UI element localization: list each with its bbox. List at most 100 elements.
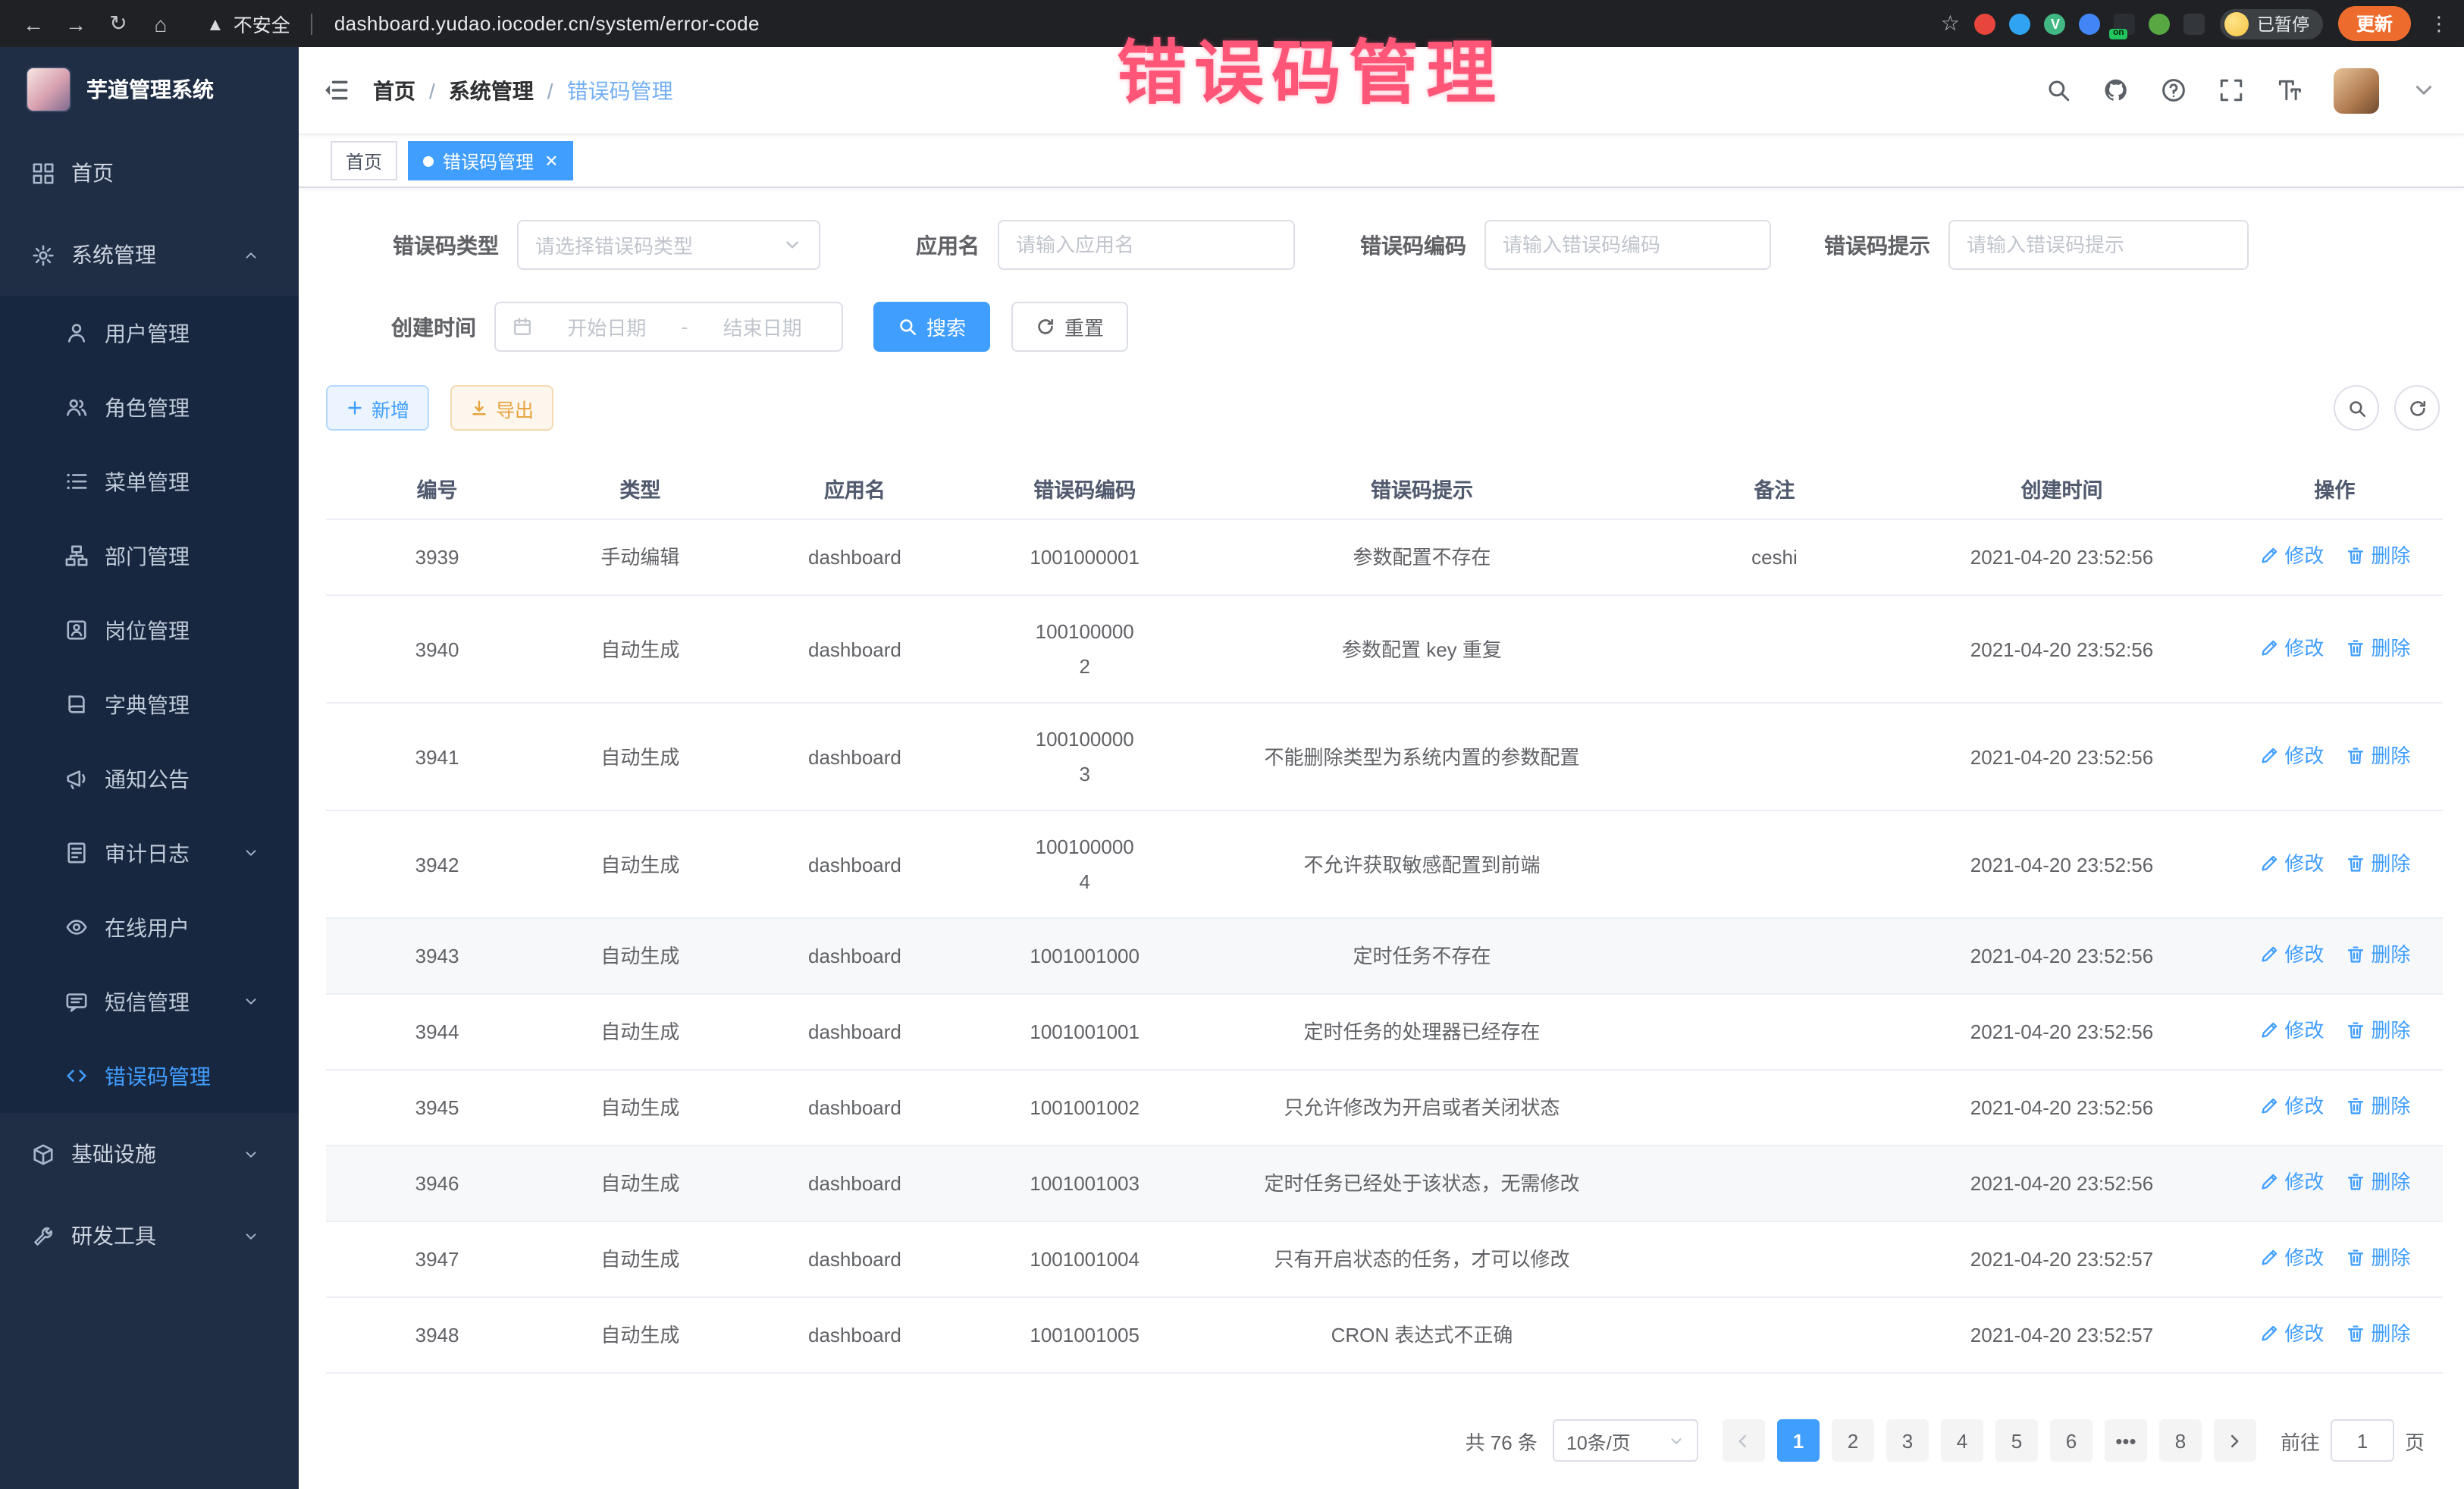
delete-link-label: 删除 <box>2371 1240 2410 1275</box>
sidebar-item-notice[interactable]: 通知公告 <box>0 741 299 816</box>
delete-link[interactable]: 删除 <box>2345 845 2410 880</box>
cell-hint: 不能删除类型为系统内置的参数配置 <box>1192 703 1652 810</box>
github-button[interactable] <box>2103 77 2129 103</box>
close-icon[interactable]: ✕ <box>544 151 558 171</box>
delete-link[interactable]: 删除 <box>2345 1316 2410 1351</box>
extension-green[interactable] <box>2149 13 2171 34</box>
edit-link[interactable]: 修改 <box>2259 1165 2324 1199</box>
edit-link[interactable]: 修改 <box>2259 1316 2324 1351</box>
sidebar-item-dict[interactable]: 字典管理 <box>0 667 299 741</box>
app-logo-row[interactable]: 芋道管理系统 <box>0 47 299 132</box>
font-size-button[interactable] <box>2276 77 2302 103</box>
sidebar-item-dev-tools[interactable]: 研发工具 <box>0 1195 299 1277</box>
extension-teal[interactable] <box>2010 13 2031 34</box>
home-icon[interactable]: ⌂ <box>143 11 179 36</box>
pagination-page-2[interactable]: 2 <box>1832 1419 1874 1462</box>
sidebar-item-online-user[interactable]: 在线用户 <box>0 890 299 964</box>
security-indicator[interactable]: ▲ 不安全 <box>206 9 290 38</box>
sidebar-item-menu[interactable]: 菜单管理 <box>0 444 299 519</box>
pagination-page-4[interactable]: 4 <box>1941 1419 1983 1462</box>
active-dot-icon <box>423 155 434 166</box>
sidebar-item-system[interactable]: 系统管理 <box>0 214 299 296</box>
address-bar[interactable]: dashboard.yudao.iocoder.cn/system/error-… <box>334 12 760 35</box>
cell-code: 1001001005 <box>977 1297 1192 1373</box>
pagination-ellipsis[interactable]: ••• <box>2105 1419 2147 1462</box>
extension-grid[interactable] <box>2080 13 2101 34</box>
sidebar-item-infra[interactable]: 基础设施 <box>0 1113 299 1195</box>
sidebar-item-post[interactable]: 岗位管理 <box>0 593 299 667</box>
sidebar-item-user[interactable]: 用户管理 <box>0 296 299 370</box>
edit-link[interactable]: 修改 <box>2259 738 2324 773</box>
pagination-page-3[interactable]: 3 <box>1886 1419 1929 1462</box>
forward-icon[interactable]: → <box>58 11 94 36</box>
sidebar-item-dept[interactable]: 部门管理 <box>0 519 299 593</box>
page-size-select[interactable]: 10条/页 <box>1553 1419 1698 1462</box>
cell-created: 2021-04-20 23:52:56 <box>1897 595 2227 703</box>
sidebar-item-error-code[interactable]: 错误码管理 <box>0 1039 299 1113</box>
sidebar-item-role[interactable]: 角色管理 <box>0 370 299 444</box>
sidebar-item-audit-log[interactable]: 审计日志 <box>0 816 299 890</box>
bookmark-star-icon[interactable]: ☆ <box>1941 11 1960 36</box>
edit-link[interactable]: 修改 <box>2259 1240 2324 1275</box>
error-code-input[interactable] <box>1484 220 1771 270</box>
sidebar-item-home[interactable]: 首页 <box>0 132 299 214</box>
tab-home[interactable]: 首页 <box>331 141 397 180</box>
breadcrumb-home[interactable]: 首页 <box>373 75 415 105</box>
pagination-page-8[interactable]: 8 <box>2159 1419 2202 1462</box>
delete-link[interactable]: 删除 <box>2345 738 2410 773</box>
question-button[interactable] <box>2161 77 2187 103</box>
refresh-table-button[interactable] <box>2394 385 2440 431</box>
pagination-page-5[interactable]: 5 <box>1995 1419 2038 1462</box>
delete-link[interactable]: 删除 <box>2345 1089 2410 1124</box>
delete-link[interactable]: 删除 <box>2345 937 2410 972</box>
chevron-up-icon <box>243 246 259 263</box>
breadcrumb-system[interactable]: 系统管理 <box>449 75 534 105</box>
edit-link[interactable]: 修改 <box>2259 538 2324 573</box>
delete-link[interactable]: 删除 <box>2345 630 2410 665</box>
sidebar-toggle-icon[interactable] <box>323 77 349 103</box>
pagination-page-1[interactable]: 1 <box>1777 1419 1820 1462</box>
error-type-select[interactable]: 请选择错误码类型 <box>517 220 820 270</box>
export-button[interactable]: 导出 <box>450 385 553 431</box>
filter-row-1: 错误码类型 请选择错误码类型 应用名 错误码编码 错误码提示 <box>326 220 2443 270</box>
goto-page-input[interactable] <box>2331 1419 2394 1462</box>
avatar[interactable] <box>2334 67 2379 113</box>
update-button[interactable]: 更新 <box>2338 6 2411 41</box>
extension-red[interactable] <box>1975 13 1996 34</box>
fullscreen-button[interactable] <box>2218 77 2244 103</box>
error-type-placeholder: 请选择错误码类型 <box>535 230 693 259</box>
delete-link-label: 删除 <box>2371 630 2410 665</box>
error-hint-input[interactable] <box>1948 220 2249 270</box>
reload-icon[interactable]: ↻ <box>100 11 136 36</box>
edit-link[interactable]: 修改 <box>2259 1013 2324 1048</box>
search-button[interactable]: 搜索 <box>873 302 990 352</box>
toggle-search-button[interactable] <box>2334 385 2379 431</box>
edit-link[interactable]: 修改 <box>2259 845 2324 880</box>
pagination-next[interactable] <box>2214 1419 2256 1462</box>
profile-chip[interactable]: 已暂停 <box>2221 8 2323 39</box>
edit-link[interactable]: 修改 <box>2259 1089 2324 1124</box>
pagination-prev[interactable] <box>1723 1419 1765 1462</box>
app-name-input[interactable] <box>998 220 1295 270</box>
extension-green-v[interactable]: V <box>2045 13 2066 34</box>
pagination-page-6[interactable]: 6 <box>2050 1419 2093 1462</box>
date-range-picker[interactable]: 开始日期 - 结束日期 <box>494 302 843 352</box>
add-button[interactable]: 新增 <box>326 385 429 431</box>
extension-dark-on[interactable]: on <box>2114 13 2136 34</box>
tab-error-code[interactable]: 错误码管理 ✕ <box>408 141 573 180</box>
search-button[interactable] <box>2045 77 2071 103</box>
sidebar-item-sms[interactable]: 短信管理 <box>0 964 299 1039</box>
sidebar-item-label: 岗位管理 <box>105 615 190 645</box>
delete-link[interactable]: 删除 <box>2345 1013 2410 1048</box>
delete-link[interactable]: 删除 <box>2345 1240 2410 1275</box>
cell-actions: 修改删除 <box>2227 1297 2443 1373</box>
reset-button[interactable]: 重置 <box>1011 302 1128 352</box>
back-icon[interactable]: ← <box>15 11 52 36</box>
edit-link[interactable]: 修改 <box>2259 937 2324 972</box>
table-header-row: 编号类型应用名错误码编码错误码提示备注创建时间操作 <box>326 458 2443 519</box>
delete-link[interactable]: 删除 <box>2345 1165 2410 1199</box>
extension-dark[interactable] <box>2184 13 2205 34</box>
delete-link[interactable]: 删除 <box>2345 538 2410 573</box>
edit-link[interactable]: 修改 <box>2259 630 2324 665</box>
chrome-menu-icon[interactable]: ⋮ <box>2429 11 2449 36</box>
